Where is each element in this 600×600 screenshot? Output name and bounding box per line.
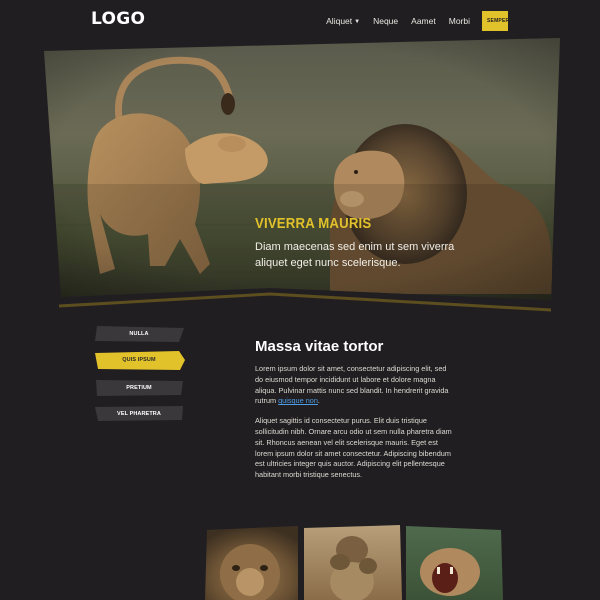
side-item-nulla[interactable]: NULLA: [95, 325, 185, 343]
content-paragraph: Aliquet sagittis id consectetur purus. E…: [255, 416, 452, 480]
gallery-images: [205, 525, 503, 600]
main-nav: Aliquet ▼ Neque Aamet Morbi SEMPER: [313, 11, 509, 31]
nav-item-aamet[interactable]: Aamet: [411, 14, 436, 28]
side-item-vel-pharetra[interactable]: VEL PHARETRA: [95, 405, 185, 423]
paragraph-end: .: [317, 396, 320, 406]
content-title: Massa vitae tortor: [255, 338, 384, 355]
side-item-label: VEL PHARETRA: [117, 411, 161, 417]
side-item-label: QUIS IPSUM: [122, 357, 156, 363]
side-menu: NULLA QUIS IPSUM PRETIUM VEL PHARETRA: [95, 325, 187, 431]
main-content: Massa vitae tortor Lorem ipsum dolor sit…: [255, 338, 455, 490]
hero-title: VIVERRA MAURIS: [255, 215, 372, 232]
side-item-label: NULLA: [129, 331, 149, 337]
gallery-image-lioness-roar: [406, 526, 503, 600]
side-item-label: PRETIUM: [126, 385, 152, 391]
photo-gallery: [0, 522, 600, 600]
nav-item-label: Aliquet: [326, 15, 353, 26]
gallery-image-lion: [205, 526, 298, 600]
nav-item-morbi[interactable]: Morbi: [449, 14, 470, 28]
gallery-image-cubs: [304, 525, 402, 600]
side-item-pretium[interactable]: PRETIUM: [95, 379, 185, 397]
chevron-down-icon: ▼: [354, 18, 361, 25]
nav-item-aliquet[interactable]: Aliquet ▼: [326, 14, 360, 29]
quisque-non-link[interactable]: quisque non: [278, 396, 318, 405]
semper-button[interactable]: SEMPER: [482, 11, 509, 31]
logo[interactable]: LOGO: [91, 9, 145, 29]
hero-text: Diam maecenas sed enim ut sem viverra al…: [255, 241, 455, 269]
content-paragraph: Lorem ipsum dolor sit amet, consectetur …: [255, 364, 455, 407]
nav-item-neque[interactable]: Neque: [373, 14, 398, 28]
hero-banner: VIVERRA MAURIS Diam maecenas sed enim ut…: [0, 34, 600, 324]
side-item-quis-ipsum[interactable]: QUIS IPSUM: [95, 351, 185, 371]
hero-image: [44, 38, 560, 312]
